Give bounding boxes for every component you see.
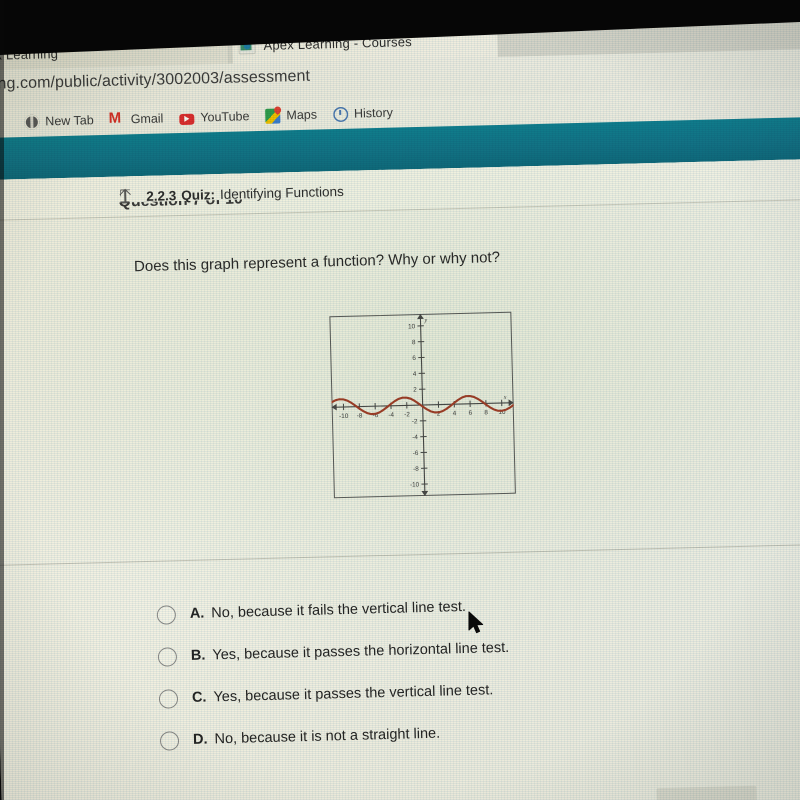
clock-icon	[332, 106, 349, 122]
option-letter: A.	[189, 605, 205, 622]
option-letter: D.	[192, 731, 208, 748]
bookmark-label: Gmail	[130, 111, 164, 127]
bookmark-youtube[interactable]: YouTube	[179, 109, 250, 125]
option-text: Yes, because it passes the vertical line…	[213, 682, 494, 706]
bookmark-maps[interactable]: Maps	[265, 107, 318, 124]
svg-text:-2: -2	[412, 418, 418, 425]
globe-icon	[24, 114, 40, 130]
svg-text:2: 2	[413, 387, 417, 394]
mouse-pointer-icon	[468, 611, 484, 634]
youtube-icon	[179, 113, 195, 125]
svg-text:-10: -10	[410, 482, 420, 489]
option-text: No, because it is not a straight line.	[214, 725, 441, 748]
bookmark-label: YouTube	[200, 109, 250, 125]
svg-text:-8: -8	[413, 466, 419, 473]
option-letter: B.	[190, 647, 206, 664]
svg-text:x: x	[503, 394, 507, 401]
browser-window: Apex Learning Apex Learning - Courses × …	[0, 8, 800, 800]
svg-text:8: 8	[484, 409, 488, 416]
svg-text:-6: -6	[413, 450, 419, 457]
radio-button[interactable]	[156, 604, 177, 625]
function-graph: -10 -8 -6 -4 -2 2 4 6 8 10 -10 -8 -6 -4 -2 2 4 6 8 10 x y	[329, 311, 516, 499]
svg-text:-4: -4	[388, 412, 394, 419]
svg-text:-2: -2	[404, 411, 410, 418]
bookmark-new-tab[interactable]: New Tab	[24, 113, 94, 130]
content-divider	[0, 543, 800, 566]
address-bar-url: rning.com/public/activity/3002003/assess…	[0, 67, 311, 94]
bookmark-label: New Tab	[45, 113, 94, 129]
svg-text:-4: -4	[412, 434, 418, 441]
bookmark-history[interactable]: History	[332, 105, 394, 122]
option-text: Yes, because it passes the horizontal li…	[212, 639, 510, 664]
svg-text:y: y	[423, 317, 427, 324]
option-text: No, because it fails the vertical line t…	[211, 598, 467, 622]
quiz-page: 2.2.3 Quiz: Identifying Functions Questi…	[0, 158, 800, 800]
radio-button[interactable]	[158, 688, 179, 709]
graph-svg: -10 -8 -6 -4 -2 2 4 6 8 10-10-8-6-4-2246810xy	[330, 313, 515, 496]
svg-text:4: 4	[453, 410, 457, 417]
svg-text:6: 6	[468, 410, 472, 417]
svg-text:6: 6	[412, 355, 416, 362]
photographed-screen: Apex Learning Apex Learning - Courses × …	[0, 0, 800, 800]
answer-options: A. No, because it fails the vertical lin…	[156, 580, 720, 762]
maps-icon	[265, 107, 281, 124]
option-letter: C.	[191, 689, 207, 706]
svg-text:4: 4	[413, 371, 417, 378]
svg-text:-10: -10	[339, 413, 349, 420]
gmail-icon	[110, 112, 125, 127]
radio-button[interactable]	[159, 730, 180, 751]
page-footer-placeholder	[656, 785, 757, 800]
monitor-bezel-left	[0, 0, 4, 800]
radio-button[interactable]	[157, 646, 178, 667]
bookmark-label: History	[353, 105, 394, 121]
svg-text:8: 8	[412, 339, 416, 346]
bookmark-label: Maps	[286, 107, 318, 123]
svg-text:10: 10	[408, 323, 416, 330]
svg-text:-8: -8	[357, 412, 363, 419]
bookmark-gmail[interactable]: Gmail	[110, 111, 164, 127]
question-prompt: Does this graph represent a function? Wh…	[133, 248, 501, 276]
